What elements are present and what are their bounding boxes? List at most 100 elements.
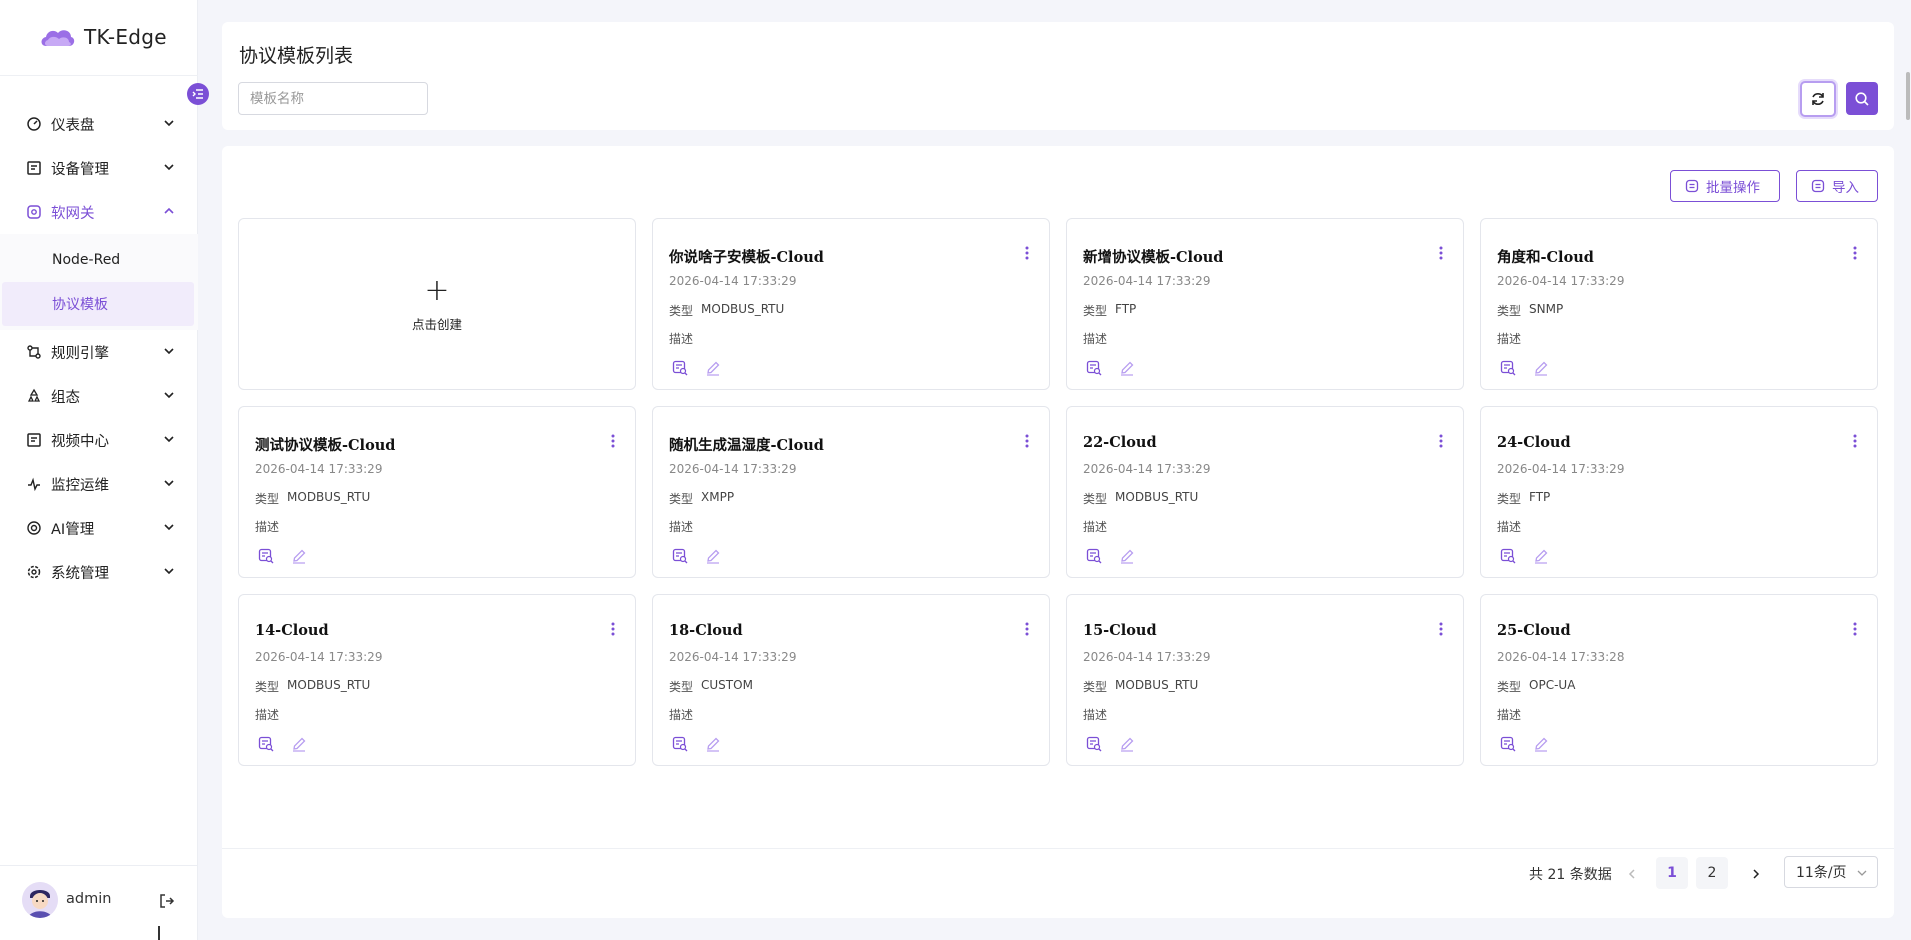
- more-options-icon[interactable]: [1437, 433, 1445, 449]
- more-options-icon[interactable]: [1023, 621, 1031, 637]
- collapse-sidebar-button[interactable]: [187, 83, 209, 105]
- template-card[interactable]: 你说啥子安模板-Cloud 2026-04-14 17:33:29 类型 MODBUS…: [652, 218, 1050, 390]
- edit-icon[interactable]: [705, 548, 721, 564]
- prev-page-button[interactable]: [1622, 864, 1642, 884]
- more-options-icon[interactable]: [1023, 245, 1031, 261]
- divider: [222, 848, 1894, 849]
- more-options-icon[interactable]: [609, 621, 617, 637]
- more-options-icon[interactable]: [1851, 245, 1859, 261]
- view-detail-icon[interactable]: [1500, 360, 1516, 376]
- card-type-row: 类型 CUSTOM: [669, 678, 753, 695]
- view-detail-icon[interactable]: [258, 548, 274, 564]
- card-type-value: XMPP: [701, 490, 735, 504]
- view-detail-icon[interactable]: [1086, 548, 1102, 564]
- edit-icon[interactable]: [705, 736, 721, 752]
- view-detail-icon[interactable]: [258, 736, 274, 752]
- edit-icon[interactable]: [1119, 736, 1135, 752]
- card-type-value: FTP: [1529, 490, 1551, 504]
- more-options-icon[interactable]: [1851, 433, 1859, 449]
- sidebar-subitem-node-red[interactable]: Node-Red: [2, 238, 194, 282]
- card-type-value: MODBUS_RTU: [287, 490, 371, 504]
- batch-operation-button[interactable]: 批量操作: [1670, 170, 1780, 202]
- card-type-row: 类型 MODBUS_RTU: [1083, 490, 1198, 507]
- edit-icon[interactable]: [1119, 360, 1135, 376]
- card-type-key: 类型: [669, 304, 694, 318]
- view-detail-icon[interactable]: [672, 360, 688, 376]
- card-desc: 描述: [1083, 332, 1108, 346]
- card-type-row: 类型 MODBUS_RTU: [255, 678, 370, 695]
- template-card[interactable]: 15-Cloud 2026-04-14 17:33:29 类型 MODBUS_RTU 描…: [1066, 594, 1464, 766]
- import-button[interactable]: 导入: [1796, 170, 1878, 202]
- template-list-card: 批量操作 导入 + 点击创建 你说啥子安模板-Cloud 2026-04-14 1…: [222, 146, 1894, 918]
- sidebar-subitem-label: Node-Red: [52, 252, 121, 268]
- card-desc: 描述: [1497, 520, 1522, 534]
- template-name-input[interactable]: [238, 82, 428, 115]
- more-options-icon[interactable]: [1437, 621, 1445, 637]
- more-options-icon[interactable]: [1023, 433, 1031, 449]
- view-detail-icon[interactable]: [1500, 548, 1516, 564]
- chevron-down-icon: [164, 392, 174, 399]
- rule-icon: [26, 344, 42, 360]
- sidebar-item-soft-gateway[interactable]: 软网关: [0, 190, 198, 234]
- card-time: 2026-04-14 17:33:29: [255, 650, 383, 664]
- card-type-value: MODBUS_RTU: [701, 302, 785, 316]
- page-size-select[interactable]: 11条/页: [1784, 856, 1878, 888]
- chevron-down-icon: [164, 524, 174, 531]
- template-card[interactable]: 角度和-Cloud 2026-04-14 17:33:29 类型 SNMP 描述: [1480, 218, 1878, 390]
- sidebar-item-configuration[interactable]: 组态: [0, 374, 198, 418]
- view-detail-icon[interactable]: [1500, 736, 1516, 752]
- refresh-button[interactable]: [1800, 81, 1836, 117]
- app-name: TK-Edge: [84, 25, 167, 49]
- settings-icon: [26, 564, 42, 580]
- template-card[interactable]: 22-Cloud 2026-04-14 17:33:29 类型 MODBUS_RTU 描…: [1066, 406, 1464, 578]
- card-type-row: 类型 MODBUS_RTU: [1083, 678, 1198, 695]
- avatar[interactable]: [22, 882, 58, 918]
- card-actions: [1086, 360, 1135, 376]
- page-2-button[interactable]: 2: [1696, 857, 1728, 889]
- edit-icon[interactable]: [1533, 360, 1549, 376]
- app-logo[interactable]: TK-Edge: [38, 22, 167, 52]
- page-1-button[interactable]: 1: [1656, 857, 1688, 889]
- template-card[interactable]: 新增协议模板-Cloud 2026-04-14 17:33:29 类型 FTP 描述: [1066, 218, 1464, 390]
- more-options-icon[interactable]: [1437, 245, 1445, 261]
- card-title: 14-Cloud: [255, 622, 329, 639]
- search-button[interactable]: [1846, 82, 1878, 115]
- sidebar-item-rule-engine[interactable]: 规则引擎: [0, 330, 198, 374]
- import-icon: [1811, 179, 1825, 193]
- view-detail-icon[interactable]: [1086, 736, 1102, 752]
- next-page-button[interactable]: [1746, 864, 1766, 884]
- sidebar-item-monitoring[interactable]: 监控运维: [0, 462, 198, 506]
- logout-icon[interactable]: [158, 892, 176, 910]
- edit-icon[interactable]: [1533, 548, 1549, 564]
- chevron-left-icon: [1628, 869, 1635, 879]
- edit-icon[interactable]: [1119, 548, 1135, 564]
- edit-icon[interactable]: [291, 548, 307, 564]
- create-template-card[interactable]: + 点击创建: [238, 218, 636, 390]
- template-card[interactable]: 随机生成温湿度-Cloud 2026-04-14 17:33:29 类型 XMPP 描述: [652, 406, 1050, 578]
- more-options-icon[interactable]: [1851, 621, 1859, 637]
- template-card[interactable]: 25-Cloud 2026-04-14 17:33:28 类型 OPC-UA 描述: [1480, 594, 1878, 766]
- sidebar-item-system-management[interactable]: 系统管理: [0, 550, 198, 594]
- sidebar-subitem-protocol-template[interactable]: 协议模板: [2, 282, 194, 326]
- sidebar-item-dashboard[interactable]: 仪表盘: [0, 102, 198, 146]
- edit-icon[interactable]: [291, 736, 307, 752]
- card-time: 2026-04-14 17:33:29: [669, 650, 797, 664]
- edit-icon[interactable]: [705, 360, 721, 376]
- view-detail-icon[interactable]: [672, 736, 688, 752]
- sidebar-item-ai-management[interactable]: AI管理: [0, 506, 198, 550]
- scrollbar[interactable]: [1906, 72, 1910, 120]
- sidebar-item-devices[interactable]: 设备管理: [0, 146, 198, 190]
- sidebar-nav: 仪表盘 设备管理 软网关 Node-Red 协议模板 规则引擎 组态 视频中心 …: [0, 102, 198, 594]
- view-detail-icon[interactable]: [1086, 360, 1102, 376]
- video-icon: [26, 432, 42, 448]
- template-card[interactable]: 24-Cloud 2026-04-14 17:33:29 类型 FTP 描述: [1480, 406, 1878, 578]
- sidebar-item-video-center[interactable]: 视频中心: [0, 418, 198, 462]
- template-card[interactable]: 14-Cloud 2026-04-14 17:33:29 类型 MODBUS_RTU 描…: [238, 594, 636, 766]
- card-title: 18-Cloud: [669, 622, 743, 639]
- template-card[interactable]: 18-Cloud 2026-04-14 17:33:29 类型 CUSTOM 描述: [652, 594, 1050, 766]
- view-detail-icon[interactable]: [672, 548, 688, 564]
- more-options-icon[interactable]: [609, 433, 617, 449]
- username: admin: [66, 891, 112, 907]
- template-card[interactable]: 测试协议模板-Cloud 2026-04-14 17:33:29 类型 MODBUS_…: [238, 406, 636, 578]
- edit-icon[interactable]: [1533, 736, 1549, 752]
